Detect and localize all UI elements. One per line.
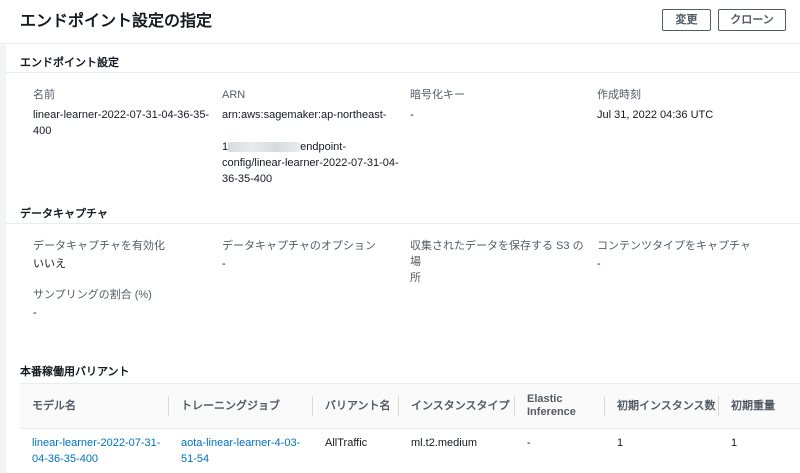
encryption-key-value: - — [410, 109, 414, 121]
clone-button[interactable]: クローン — [718, 9, 786, 31]
data-capture-section-title: データキャプチャ — [20, 208, 108, 220]
table-header: モデル名 トレーニングジョブ バリアント名 インスタンスタイプ Elastic … — [20, 383, 800, 429]
created-time-label: 作成時刻 — [597, 89, 641, 101]
initial-weight-cell: 1 — [731, 437, 738, 449]
column-header-elastic-inference[interactable]: Elastic Inference — [527, 384, 597, 428]
encryption-key-label: 暗号化キー — [410, 89, 465, 101]
capture-options-field: データキャプチャのオプション - — [222, 238, 402, 272]
column-header-initial-instance-count[interactable]: 初期インスタンス数 — [617, 384, 727, 428]
column-separator — [312, 396, 313, 416]
table-row: linear-learner-2022-07-31- 04-36-35-400 … — [20, 429, 800, 473]
capture-content-type-label: コンテンツタイプをキャプチャ — [597, 240, 751, 252]
arn-line3: config/linear-learner-2022-07-31-04- 36-… — [222, 157, 399, 185]
capture-options-label: データキャプチャのオプション — [222, 240, 376, 252]
capture-options-value: - — [222, 258, 226, 270]
elastic-inference-cell: - — [527, 437, 531, 449]
s3-location-field: 収集されたデータを保存する S3 の場 所 — [410, 238, 590, 286]
column-separator — [398, 396, 399, 416]
created-time-field: 作成時刻 Jul 31, 2022 04:36 UTC — [597, 87, 787, 123]
arn-line2: 1 endpoint- — [222, 123, 402, 155]
column-separator — [168, 396, 169, 416]
name-field: 名前 linear-learner-2022-07-31-04-36-35- 4… — [33, 87, 213, 139]
training-job-link[interactable]: aota-linear-learner-4-03- 51-54 — [181, 435, 316, 467]
column-header-initial-weight[interactable]: 初期重量 — [731, 384, 797, 428]
arn-line2-suffix: endpoint- — [300, 141, 346, 153]
sampling-percentage-value: - — [33, 307, 37, 319]
column-header-model-name[interactable]: モデル名 — [32, 384, 162, 428]
section-divider — [6, 223, 800, 224]
column-separator — [604, 396, 605, 416]
section-divider — [6, 72, 800, 73]
sampling-percentage-label: サンプリングの割合 (%) — [33, 289, 152, 301]
name-value: linear-learner-2022-07-31-04-36-35- 400 — [33, 109, 210, 137]
arn-field: ARN arn:aws:sagemaker:ap-northeast- 1 end… — [222, 87, 402, 187]
name-label: 名前 — [33, 89, 55, 101]
capture-content-type-value: - — [597, 258, 601, 270]
capture-content-type-field: コンテンツタイプをキャプチャ - — [597, 238, 787, 272]
variant-name-cell: AllTraffic — [325, 437, 368, 449]
created-time-value: Jul 31, 2022 04:36 UTC — [597, 109, 714, 121]
capture-enabled-label: データキャプチャを有効化 — [33, 240, 165, 252]
redacted-account-id — [228, 142, 301, 153]
column-separator — [514, 396, 515, 416]
endpoint-config-section-title: エンドポイント設定 — [20, 57, 119, 69]
initial-instance-count-cell: 1 — [617, 437, 624, 449]
arn-label: ARN — [222, 89, 246, 101]
sampling-percentage-field: サンプリングの割合 (%) - — [33, 287, 213, 321]
column-header-variant-name[interactable]: バリアント名 — [325, 384, 405, 428]
page-title: エンドポイント設定の指定 — [20, 13, 213, 30]
s3-location-label: 収集されたデータを保存する S3 の場 所 — [410, 240, 584, 284]
model-name-link[interactable]: linear-learner-2022-07-31- 04-36-35-400 — [32, 435, 172, 467]
arn-line1: arn:aws:sagemaker:ap-northeast- — [222, 109, 387, 121]
page-header: エンドポイント設定の指定 変更 クローン — [0, 0, 800, 44]
encryption-key-field: 暗号化キー - — [410, 87, 590, 123]
column-header-training-job[interactable]: トレーニングジョブ — [181, 384, 311, 428]
instance-type-cell: ml.t2.medium — [411, 437, 478, 449]
column-separator — [718, 396, 719, 416]
production-variants-section-title: 本番稼働用バリアント — [20, 366, 130, 378]
edit-button[interactable]: 変更 — [662, 9, 711, 31]
column-header-instance-type[interactable]: インスタンスタイプ — [411, 384, 521, 428]
capture-enabled-field: データキャプチャを有効化 いいえ — [33, 238, 213, 272]
capture-enabled-value: いいえ — [33, 258, 66, 270]
